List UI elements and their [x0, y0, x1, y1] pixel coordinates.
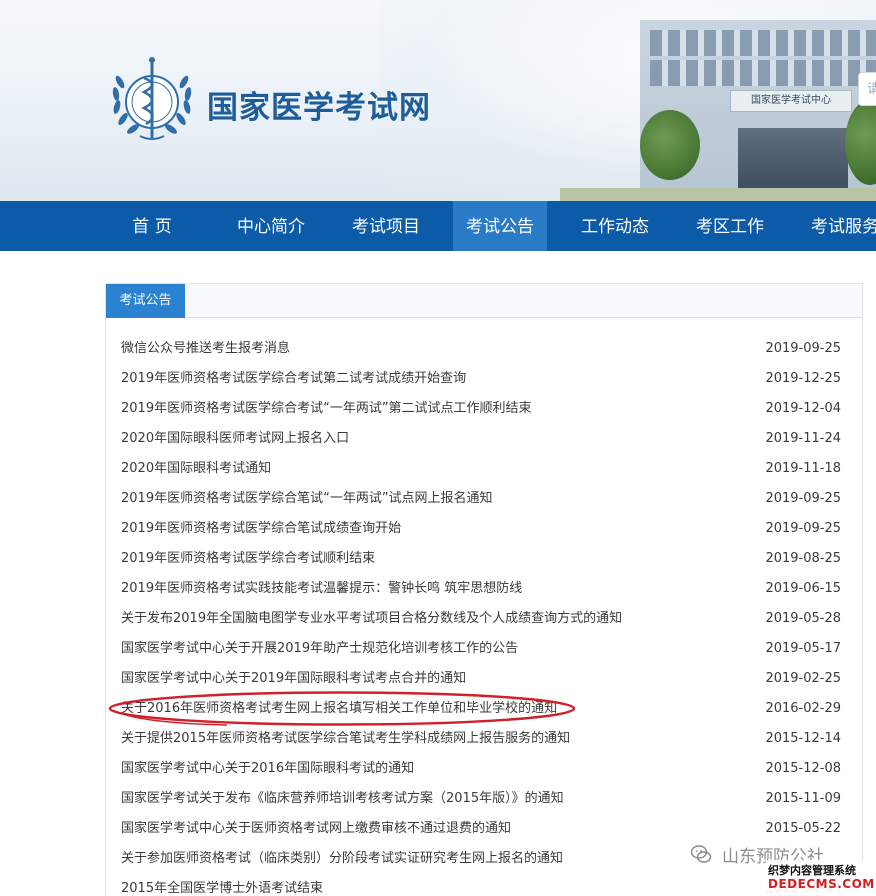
search-input[interactable]: 请: [858, 72, 876, 106]
main-nav: 首 页 中心简介 考试项目 考试公告 工作动态 考区工作 考试服务: [0, 201, 876, 251]
tab-exam-notices[interactable]: 考试公告: [106, 284, 185, 318]
notice-row: 关于提供2015年医师资格考试医学综合笔试考生学科成绩网上报告服务的通知 2015…: [121, 724, 841, 754]
notice-row: 2019年医师资格考试医学综合笔试“一年两试”试点网上报名通知 2019-09-2…: [121, 484, 841, 514]
building-windows: [650, 60, 876, 86]
notice-title-link[interactable]: 国家医学考试关于发布《临床营养师培训考核考试方案（2015年版）》的通知: [121, 784, 564, 814]
notice-row: 2019年医师资格考试医学综合考试第二试考试成绩开始查询 2019-12-25: [121, 364, 841, 394]
notice-date: 2019-08-25: [765, 551, 841, 566]
building-entrance: [738, 128, 848, 188]
notice-title-link[interactable]: 关于发布2019年全国脑电图学专业水平考试项目合格分数线及个人成绩查询方式的通知: [121, 604, 622, 634]
notice-panel: 考试公告 微信公众号推送考生报考消息 2019-09-25 2019年医师资格考试医…: [105, 283, 863, 896]
notice-row: 关于2016年医师资格考试考生网上报名填写相关工作单位和毕业学校的通知 2016-…: [121, 694, 841, 724]
notice-row: 2019年医师资格考试医学综合笔试成绩查询开始 2019-09-25: [121, 514, 841, 544]
nav-item-exam-projects[interactable]: 考试项目: [340, 201, 432, 251]
notice-title-link[interactable]: 关于提供2015年医师资格考试医学综合笔试考生学科成绩网上报告服务的通知: [121, 724, 570, 754]
nav-item-work-news[interactable]: 工作动态: [569, 201, 661, 251]
building-sign: 国家医学考试中心: [730, 90, 852, 112]
notice-date: 2019-06-15: [765, 581, 841, 596]
notice-title-link[interactable]: 关于2016年医师资格考试考生网上报名填写相关工作单位和毕业学校的通知: [121, 694, 557, 724]
notice-title-link[interactable]: 微信公众号推送考生报考消息: [121, 334, 290, 364]
notice-date: 2019-12-25: [765, 371, 841, 386]
notice-title-link[interactable]: 2020年国际眼科医师考试网上报名入口: [121, 424, 349, 454]
notice-title-link[interactable]: 2019年医师资格考试医学综合考试第二试考试成绩开始查询: [121, 364, 466, 394]
building-windows: [650, 30, 876, 56]
watermark-line2: DEDECMS.COM: [768, 877, 875, 891]
caduceus-laurel-emblem-icon: [112, 57, 192, 140]
watermark-line1: 织梦内容管理系统: [768, 864, 856, 877]
notice-title-link[interactable]: 2019年医师资格考试医学综合笔试“一年两试”试点网上报名通知: [121, 484, 493, 514]
tree: [640, 110, 700, 180]
panel-header: [106, 284, 862, 318]
notice-date: 2019-05-17: [765, 641, 841, 656]
notice-date: 2019-09-25: [765, 491, 841, 506]
notice-title-link[interactable]: 国家医学考试中心关于开展2019年助产士规范化培训考核工作的公告: [121, 634, 518, 664]
notice-title-link[interactable]: 2019年医师资格考试实践技能考试温馨提示：警钟长鸣 筑牢思想防线: [121, 574, 522, 604]
notice-row: 关于发布2019年全国脑电图学专业水平考试项目合格分数线及个人成绩查询方式的通知…: [121, 604, 841, 634]
notice-title-link[interactable]: 国家医学考试中心关于2016年国际眼科考试的通知: [121, 754, 414, 784]
notice-date: 2019-09-25: [765, 341, 841, 356]
wechat-icon: [690, 845, 712, 863]
notice-row: 国家医学考试关于发布《临床营养师培训考核考试方案（2015年版）》的通知 2015…: [121, 784, 841, 814]
notice-date: 2019-11-18: [765, 461, 841, 476]
header-banner: 国家医学考试中心 国家医学考试网 请: [0, 0, 876, 201]
notice-title-link[interactable]: 2015年全国医学博士外语考试结束: [121, 874, 323, 896]
notice-date: 2015-12-14: [765, 731, 841, 746]
notice-date: 2019-12-04: [765, 401, 841, 416]
notice-date: 2019-02-25: [765, 671, 841, 686]
notice-title-link[interactable]: 国家医学考试中心关于2019年国际眼科考试考点合并的通知: [121, 664, 466, 694]
notice-row: 国家医学考试中心关于2016年国际眼科考试的通知 2015-12-08: [121, 754, 841, 784]
nav-item-home[interactable]: 首 页: [112, 201, 192, 251]
notice-row: 2019年医师资格考试医学综合考试顺利结束 2019-08-25: [121, 544, 841, 574]
notice-date: 2015-12-08: [765, 761, 841, 776]
notice-row: 国家医学考试中心关于开展2019年助产士规范化培训考核工作的公告 2019-05-…: [121, 634, 841, 664]
notice-title-link[interactable]: 关于参加医师资格考试（临床类别）分阶段考试实证研究考生网上报名的通知: [121, 844, 563, 874]
notice-title-link[interactable]: 2019年医师资格考试医学综合考试“一年两试”第二试试点工作顺利结束: [121, 394, 532, 424]
notice-date: 2015-05-22: [765, 821, 841, 836]
notice-date: 2019-11-24: [765, 431, 841, 446]
notice-title-link[interactable]: 2019年医师资格考试医学综合考试顺利结束: [121, 544, 375, 574]
nav-item-exam-region[interactable]: 考区工作: [684, 201, 776, 251]
notice-date: 2016-02-29: [765, 701, 841, 716]
nav-item-exam-notices[interactable]: 考试公告: [453, 201, 547, 251]
notice-row: 国家医学考试中心关于医师资格考试网上缴费审核不通过退费的通知 2015-05-22: [121, 814, 841, 844]
notice-row: 2019年医师资格考试医学综合考试“一年两试”第二试试点工作顺利结束 2019-1…: [121, 394, 841, 424]
notice-date: 2019-05-28: [765, 611, 841, 626]
notice-date: 2015-11-09: [765, 791, 841, 806]
ground: [560, 188, 876, 201]
notice-row: 2020年国际眼科考试通知 2019-11-18: [121, 454, 841, 484]
notice-date: 2019-09-25: [765, 521, 841, 536]
notice-row: 2020年国际眼科医师考试网上报名入口 2019-11-24: [121, 424, 841, 454]
notice-title-link[interactable]: 2020年国际眼科考试通知: [121, 454, 271, 484]
notice-row: 2015年全国医学博士外语考试结束2015-04-03: [121, 874, 841, 896]
nav-item-exam-service[interactable]: 考试服务: [799, 201, 876, 251]
notice-row: 2019年医师资格考试实践技能考试温馨提示：警钟长鸣 筑牢思想防线 2019-06…: [121, 574, 841, 604]
notice-row: 微信公众号推送考生报考消息 2019-09-25: [121, 334, 841, 364]
notice-title-link[interactable]: 国家医学考试中心关于医师资格考试网上缴费审核不通过退费的通知: [121, 814, 511, 844]
notice-row: 国家医学考试中心关于2019年国际眼科考试考点合并的通知 2019-02-25: [121, 664, 841, 694]
site-name[interactable]: 国家医学考试网: [207, 82, 431, 127]
nav-item-about[interactable]: 中心简介: [225, 201, 317, 251]
notice-title-link[interactable]: 2019年医师资格考试医学综合笔试成绩查询开始: [121, 514, 401, 544]
